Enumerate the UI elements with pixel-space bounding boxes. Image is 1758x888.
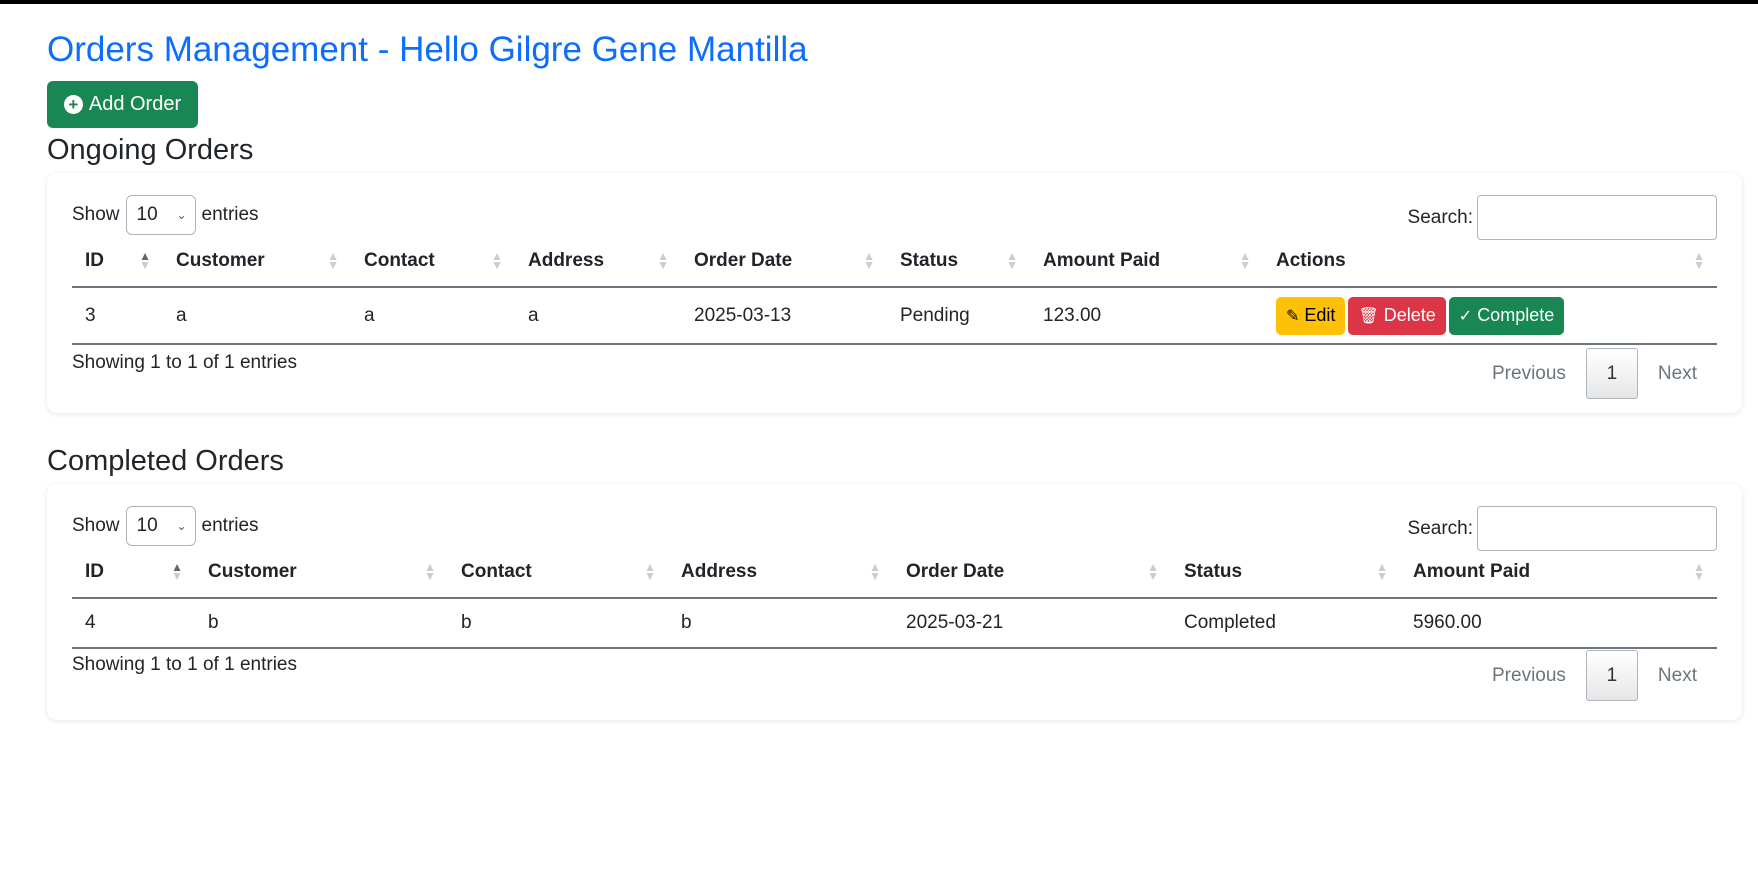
trash-icon: 🗑 [1358,307,1379,325]
ongoing-orders-card: Show 10 ⌄ entries Search: ID ▲ ▼ Customer ▲… [47,173,1742,413]
previous-page-button[interactable]: Previous [1472,363,1586,385]
column-header-contact[interactable]: Contact ▲ ▼ [448,546,668,599]
cell-address: b [668,598,893,649]
cell-id: 3 [72,287,163,345]
ongoing-orders-table: ID ▲ ▼ Customer ▲ ▼ Contact ▲ ▼ Address ▲ ▼ Orde… [72,235,1717,345]
sort-arrows-icon: ▲ ▼ [644,559,656,583]
sort-arrows-icon: ▲ ▼ [869,559,881,583]
search-label: Search: [1407,517,1473,539]
completed-search-input[interactable] [1477,506,1717,551]
plus-circle-icon: + [63,95,83,114]
cell-amount-paid: 123.00 [1030,287,1263,345]
cell-customer: b [195,598,448,649]
cell-status: Completed [1171,598,1400,649]
column-header-amount-paid[interactable]: Amount Paid ▲ ▼ [1400,546,1717,599]
cell-contact: a [351,287,515,345]
column-header-customer[interactable]: Customer ▲ ▼ [163,235,351,288]
previous-page-button[interactable]: Previous [1472,665,1586,687]
show-label: Show [72,204,120,225]
sort-arrows-icon: ▲ ▼ [863,248,875,272]
sort-arrows-icon: ▲ ▼ [1376,559,1388,583]
sort-arrows-icon: ▲ ▼ [1693,559,1705,583]
delete-button[interactable]: 🗑 Delete [1348,296,1446,335]
page-length-value: 10 [136,515,158,536]
completed-pagination: Previous 1 Next [1472,650,1717,701]
chevron-down-icon: ⌄ [176,519,187,533]
table-row: 4 b b b 2025-03-21 Completed 5960.00 [72,598,1717,649]
table-header-row: ID ▲ ▼ Customer ▲ ▼ Contact ▲ ▼ Address ▲ ▼ Orde… [72,235,1717,288]
edit-button[interactable]: ✎ Edit [1276,296,1346,335]
complete-button[interactable]: ✓ Complete [1448,296,1565,335]
pencil-square-icon: ✎ [1286,307,1300,325]
column-header-actions[interactable]: Actions ▲ ▼ [1263,235,1717,288]
cell-customer: a [163,287,351,345]
ongoing-table-info: Showing 1 to 1 of 1 entries [72,352,297,373]
sort-arrows-icon: ▲ ▼ [657,248,669,272]
table-row: 3 a a a 2025-03-13 Pending 123.00 ✎ Edit… [72,287,1717,345]
sort-arrows-icon: ▲ ▼ [1147,559,1159,583]
sort-arrows-icon: ▲ ▼ [1239,248,1251,272]
ongoing-orders-title: Ongoing Orders [47,134,254,166]
column-header-contact[interactable]: Contact ▲ ▼ [351,235,515,288]
column-header-address[interactable]: Address ▲ ▼ [515,235,681,288]
cell-actions: ✎ Edit 🗑 Delete ✓ Complete [1263,287,1717,345]
add-order-button[interactable]: + Add Order [47,81,198,128]
cell-status: Pending [887,287,1030,345]
entries-label: entries [201,204,259,225]
completed-orders-card: Show 10 ⌄ entries Search: ID ▲ ▼ Customer ▲… [47,484,1742,720]
completed-table-info: Showing 1 to 1 of 1 entries [72,654,297,675]
sort-arrows-icon: ▲ ▼ [1006,248,1018,272]
cell-order-date: 2025-03-13 [681,287,887,345]
ongoing-page-length-select[interactable]: 10 ⌄ [125,195,196,235]
ongoing-search: Search: [1408,195,1717,240]
cell-amount-paid: 5960.00 [1400,598,1717,649]
column-header-id[interactable]: ID ▲ ▼ [72,546,195,599]
column-header-order-date[interactable]: Order Date ▲ ▼ [681,235,887,288]
next-page-button[interactable]: Next [1638,665,1717,687]
chevron-down-icon: ⌄ [176,208,187,222]
completed-search: Search: [1408,506,1717,551]
next-page-button[interactable]: Next [1638,363,1717,385]
add-order-label: Add Order [88,93,182,115]
cell-order-date: 2025-03-21 [893,598,1171,649]
check-circle-icon: ✓ [1458,307,1473,325]
sort-arrows-icon: ▲ ▼ [491,248,503,272]
show-label: Show [72,515,120,536]
sort-arrows-icon: ▲ ▼ [171,559,183,583]
ongoing-search-input[interactable] [1477,195,1717,240]
column-header-amount-paid[interactable]: Amount Paid ▲ ▼ [1030,235,1263,288]
page-1-button[interactable]: 1 [1585,348,1638,399]
cell-contact: b [448,598,668,649]
sort-arrows-icon: ▲ ▼ [1693,248,1705,272]
cell-id: 4 [72,598,195,649]
page-length-value: 10 [136,204,158,225]
page-title: Orders Management - Hello Gilgre Gene Ma… [47,30,808,69]
column-header-status[interactable]: Status ▲ ▼ [887,235,1030,288]
search-label: Search: [1407,206,1473,228]
column-header-customer[interactable]: Customer ▲ ▼ [195,546,448,599]
completed-page-length-select[interactable]: 10 ⌄ [125,506,196,546]
ongoing-pagination: Previous 1 Next [1472,348,1717,399]
completed-length-control: Show 10 ⌄ entries [72,506,259,546]
page-1-button[interactable]: 1 [1585,650,1638,701]
top-border [0,0,1758,4]
cell-address: a [515,287,681,345]
entries-label: entries [201,515,259,536]
sort-arrows-icon: ▲ ▼ [139,248,151,272]
table-header-row: ID ▲ ▼ Customer ▲ ▼ Contact ▲ ▼ Address ▲ ▼ Orde… [72,546,1717,599]
sort-arrows-icon: ▲ ▼ [424,559,436,583]
column-header-order-date[interactable]: Order Date ▲ ▼ [893,546,1171,599]
column-header-id[interactable]: ID ▲ ▼ [72,235,163,288]
completed-orders-table: ID ▲ ▼ Customer ▲ ▼ Contact ▲ ▼ Address ▲ ▼ Orde… [72,546,1717,649]
column-header-address[interactable]: Address ▲ ▼ [668,546,893,599]
ongoing-length-control: Show 10 ⌄ entries [72,195,259,235]
column-header-status[interactable]: Status ▲ ▼ [1171,546,1400,599]
sort-arrows-icon: ▲ ▼ [327,248,339,272]
completed-orders-title: Completed Orders [47,445,284,477]
